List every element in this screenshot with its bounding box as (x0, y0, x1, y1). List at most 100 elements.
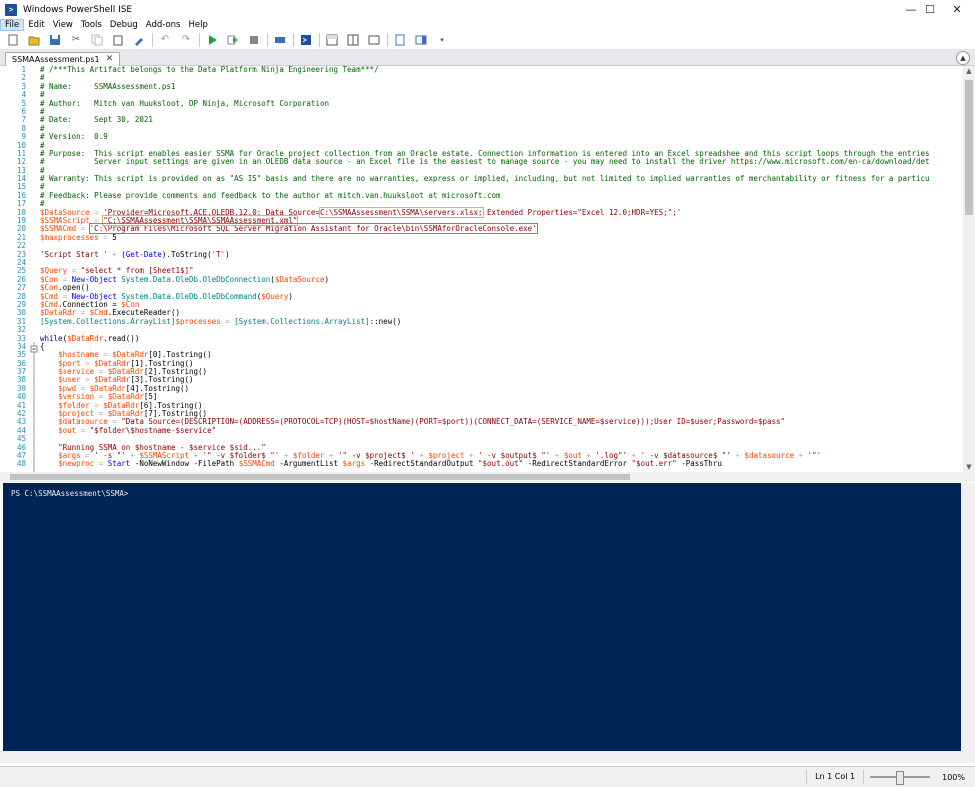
code-line[interactable]: # Version: 0.9 (40, 132, 960, 141)
editor-vertical-scrollbar[interactable]: ▲ ▼ (963, 66, 975, 472)
code-token: $args (342, 459, 366, 469)
code-token: = (98, 232, 113, 242)
code-line[interactable] (40, 326, 960, 334)
code-token: -RedirectStandardOutput (365, 459, 479, 469)
menu-help[interactable]: Help (184, 19, 211, 31)
menu-view[interactable]: View (49, 19, 77, 31)
show-script-right-icon[interactable] (346, 33, 360, 47)
toolbar-separator (151, 33, 153, 47)
start-powershell-icon[interactable] (299, 33, 313, 47)
remote-powershell-icon[interactable] (273, 33, 287, 47)
code-token: 'C:\Program Files\Microsoft SQL Server M… (88, 223, 538, 235)
code-token: # Warranty: This script is provided on a… (40, 174, 930, 184)
code-line[interactable]: # Server input settings are given in an … (40, 158, 960, 166)
code-text[interactable]: # /***This Artifact belongs to the Data … (40, 66, 960, 469)
code-line[interactable]: # (40, 74, 960, 82)
code-token: C:\SSMAAssessment\SSMA\servers.xlsx; (318, 206, 484, 218)
menu-edit[interactable]: Edit (24, 19, 48, 31)
code-line[interactable]: # Name: SSMAAssessment.ps1 (40, 82, 960, 91)
close-button[interactable]: ✕ (940, 0, 974, 19)
code-line[interactable]: $SSMACmd = 'C:\Program Files\Microsoft S… (40, 223, 960, 235)
zoom-slider[interactable] (870, 771, 931, 785)
editor-horizontal-scrollbar[interactable] (0, 472, 975, 482)
code-line[interactable]: $maxprocesses = 5 (40, 232, 960, 242)
code-token: 5 (112, 232, 117, 242)
code-line[interactable]: [System.Collections.ArrayList]$processes… (40, 316, 960, 326)
code-token: -RedirectStandardError (523, 459, 632, 469)
code-token: 'Script Start ' (40, 249, 108, 259)
script-tab-strip: SSMAAssessment.ps1 ✕ ▲ (0, 50, 975, 66)
tab-label: SSMAAssessment.ps1 (12, 55, 100, 64)
menu-tools[interactable]: Tools (77, 19, 106, 31)
code-line[interactable]: # Feedback: Please provide comments and … (40, 191, 960, 200)
code-token: = (76, 425, 90, 435)
title-bar: > Windows PowerShell ISE — ☐ ✕ (0, 0, 975, 19)
menu-addons[interactable]: Add-ons (142, 19, 185, 31)
code-line[interactable]: # (40, 107, 960, 116)
scroll-down-icon[interactable]: ▼ (963, 462, 975, 472)
code-line[interactable]: $out = "$folder\$hostname-$service" (40, 425, 960, 435)
code-line[interactable]: $Con = New-Object System.Data.OleDb.OleD… (40, 274, 960, 284)
copy-icon[interactable] (90, 33, 104, 47)
code-token: -PassThru (676, 459, 722, 469)
code-token: System.Data.OleDb.OleDbCommand (121, 291, 257, 301)
code-line[interactable]: $newproc = Start -NoNewWindow -FilePath … (40, 460, 960, 468)
code-token: "$out.err" (631, 459, 677, 469)
tab-close-icon[interactable]: ✕ (106, 53, 114, 66)
open-folder-icon[interactable] (27, 33, 41, 47)
run-script-icon[interactable] (205, 33, 219, 47)
code-line[interactable]: 'Script Start ' + (Get-Date).ToString('T… (40, 249, 960, 259)
console-horizontal-scrollbar[interactable] (0, 751, 975, 763)
scroll-up-icon[interactable]: ▲ (963, 66, 975, 76)
paste-icon[interactable] (111, 33, 125, 47)
tab-ssmaassessment[interactable]: SSMAAssessment.ps1 ✕ (5, 52, 121, 66)
code-token: System.Data.OleDb.OleDbConnection (121, 274, 271, 284)
code-line[interactable]: # Warranty: This script is provided on a… (40, 174, 960, 184)
zoom-slider-thumb[interactable] (896, 771, 905, 785)
menu-debug[interactable]: Debug (106, 19, 142, 31)
show-command-addon-icon[interactable] (414, 33, 428, 47)
code-line[interactable]: # Date: Sept 30, 2021 (40, 116, 960, 124)
code-token: ) (324, 274, 329, 284)
save-icon[interactable] (48, 33, 62, 47)
toolbar-separator (292, 33, 294, 47)
code-line[interactable]: # Author: Mitch van Huuksloot, DP Ninja,… (40, 99, 960, 108)
scroll-thumb[interactable] (965, 80, 973, 215)
code-line[interactable]: # (40, 124, 960, 133)
line-number-gutter: 1 2 3 4 5 6 7 8 9 10 11 12 13 14 15 16 17 18 19 20 21 22 23 24 2… (0, 66, 28, 472)
new-file-icon[interactable] (6, 33, 20, 47)
show-script-top-icon[interactable] (325, 33, 339, 47)
script-editor[interactable]: 1 2 3 4 5 6 7 8 9 10 11 12 13 14 15 16 17 18 19 20 21 22 23 24 2… (0, 66, 975, 472)
collapse-script-pane-icon[interactable]: ▲ (956, 51, 970, 65)
horizontal-scroll-thumb[interactable] (10, 474, 630, 480)
run-selection-icon[interactable] (226, 33, 240, 47)
code-token: + (794, 450, 808, 460)
code-token: $Query (261, 291, 289, 301)
console-vertical-scrollbar[interactable] (961, 483, 975, 751)
toolbar-separator (266, 33, 268, 47)
toolbar-overflow-icon[interactable]: ▾ (435, 33, 449, 47)
code-token: "$folder\$hostname-$service" (89, 425, 217, 435)
code-line[interactable]: while($DataRdr.read()) (40, 333, 960, 343)
code-token: $SSMACmd (238, 459, 275, 469)
redo-icon[interactable]: ↷ (179, 33, 193, 47)
code-line[interactable]: # /***This Artifact belongs to the Data … (40, 66, 960, 74)
code-token: $DataRdr (67, 333, 104, 343)
code-line[interactable]: $Cmd = New-Object System.Data.OleDb.OleD… (40, 291, 960, 301)
status-bar: Ln 1 Col 1 100% (0, 766, 975, 787)
console-pane[interactable]: PS C:\SSMAAssessment\SSMA> (3, 483, 961, 751)
cut-icon[interactable]: ✂ (69, 33, 83, 47)
stop-icon[interactable] (247, 33, 261, 47)
code-token: [System.Collections.ArrayList] (234, 316, 370, 326)
fold-marker[interactable] (30, 66, 38, 472)
code-token: -ArgumentList (274, 459, 343, 469)
clear-console-icon[interactable] (132, 33, 146, 47)
code-token: '"' (807, 450, 822, 460)
show-command-window-icon[interactable] (393, 33, 407, 47)
menu-file[interactable]: File (0, 19, 25, 31)
powershell-ise-icon: > (5, 3, 17, 16)
undo-icon[interactable]: ↶ (158, 33, 172, 47)
code-line[interactable]: $pwd = $DataRdr[4].Tostring() (40, 384, 960, 393)
show-script-maximized-icon[interactable] (367, 33, 381, 47)
